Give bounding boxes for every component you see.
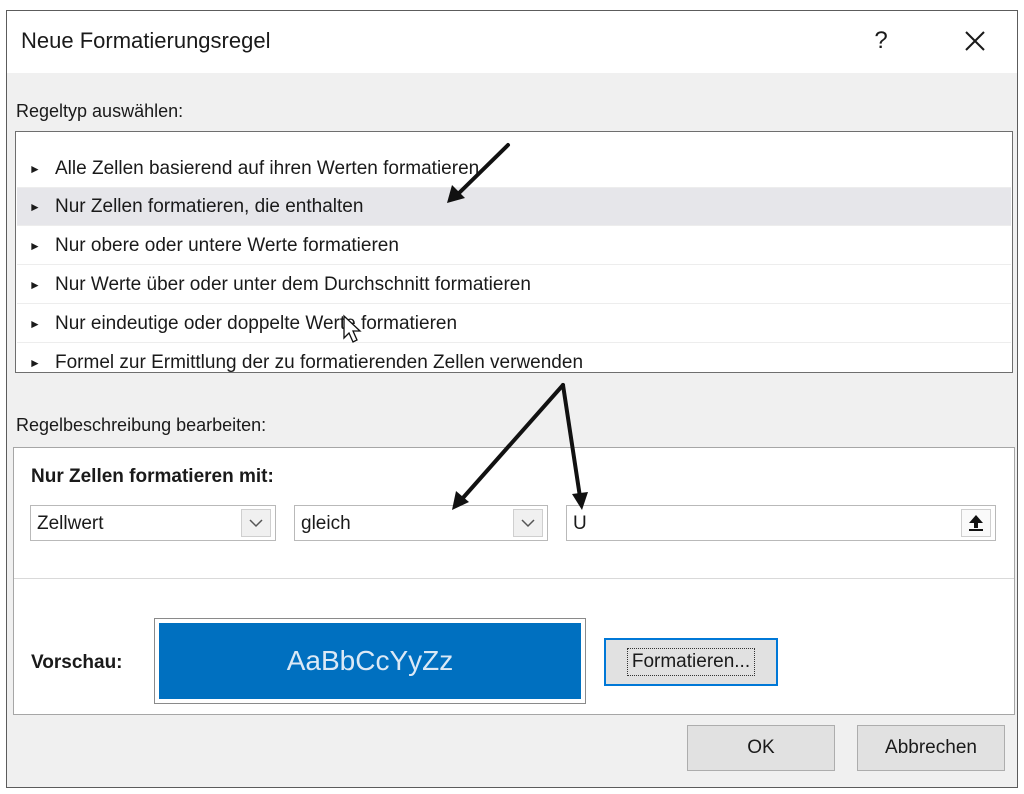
format-button[interactable]: Formatieren... xyxy=(604,638,778,686)
rule-type-label: Regeltyp auswählen: xyxy=(16,101,184,121)
range-select-button[interactable] xyxy=(961,509,991,537)
rule-description-label: Regelbeschreibung bearbeiten: xyxy=(16,415,267,435)
ok-button[interactable]: OK xyxy=(687,725,835,771)
format-button-label: Formatieren... xyxy=(626,648,756,676)
value-text: U xyxy=(573,513,587,534)
triangle-right-icon: ► xyxy=(29,161,41,176)
condition-type-select[interactable]: Zellwert xyxy=(30,505,276,541)
title-bar: Neue Formatierungsregel ? xyxy=(7,11,1017,73)
triangle-right-icon: ► xyxy=(29,316,41,331)
new-formatting-rule-dialog: Neue Formatierungsregel ? Regeltyp auswä… xyxy=(6,10,1018,788)
triangle-right-icon: ► xyxy=(29,277,41,292)
preview-label: Vorschau: xyxy=(31,652,123,673)
triangle-right-icon: ► xyxy=(29,356,41,370)
rule-description-panel: Nur Zellen formatieren mit: Zellwert gle… xyxy=(13,447,1015,715)
operator-value: gleich xyxy=(301,513,351,534)
divider xyxy=(14,578,1014,579)
condition-type-value: Zellwert xyxy=(37,513,104,534)
operator-select[interactable]: gleich xyxy=(294,505,548,541)
preview-sample: AaBbCcYyZz xyxy=(159,623,581,699)
triangle-right-icon: ► xyxy=(29,199,41,214)
rule-item-all-cells[interactable]: ► Alle Zellen basierend auf ihren Werten… xyxy=(17,150,1011,188)
rule-type-list[interactable]: ► Alle Zellen basierend auf ihren Werten… xyxy=(15,131,1013,373)
close-button[interactable] xyxy=(951,17,999,65)
dropdown-button[interactable] xyxy=(241,509,271,537)
rule-item-unique-duplicate[interactable]: ► Nur eindeutige oder doppelte Werte for… xyxy=(17,305,1011,343)
description-title: Nur Zellen formatieren mit: xyxy=(31,466,274,487)
help-button[interactable]: ? xyxy=(859,17,903,65)
dropdown-button[interactable] xyxy=(513,509,543,537)
rule-item-label: Nur Werte über oder unter dem Durchschni… xyxy=(55,273,531,295)
format-preview: AaBbCcYyZz xyxy=(154,618,586,704)
cancel-button[interactable]: Abbrechen xyxy=(857,725,1005,771)
chevron-down-icon xyxy=(521,519,535,528)
rule-item-label: Nur Zellen formatieren, die enthalten xyxy=(55,195,364,217)
chevron-down-icon xyxy=(249,519,263,528)
rule-item-formula[interactable]: ► Formel zur Ermittlung der zu formatier… xyxy=(17,344,1011,382)
rule-item-above-below-average[interactable]: ► Nur Werte über oder unter dem Durchsch… xyxy=(17,266,1011,304)
rule-item-label: Nur obere oder untere Werte formatieren xyxy=(55,234,399,256)
dialog-title: Neue Formatierungsregel xyxy=(21,28,271,53)
close-icon xyxy=(965,31,985,51)
triangle-right-icon: ► xyxy=(29,238,41,253)
rule-item-label: Formel zur Ermittlung der zu formatieren… xyxy=(55,352,584,373)
rule-item-label: Nur eindeutige oder doppelte Werte forma… xyxy=(55,312,458,334)
rule-item-cells-containing[interactable]: ► Nur Zellen formatieren, die enthalten xyxy=(17,188,1011,226)
value-input[interactable]: U xyxy=(566,505,996,541)
rule-item-top-bottom[interactable]: ► Nur obere oder untere Werte formatiere… xyxy=(17,227,1011,265)
upload-arrow-icon xyxy=(969,515,983,531)
rule-item-label: Alle Zellen basierend auf ihren Werten f… xyxy=(55,157,480,179)
